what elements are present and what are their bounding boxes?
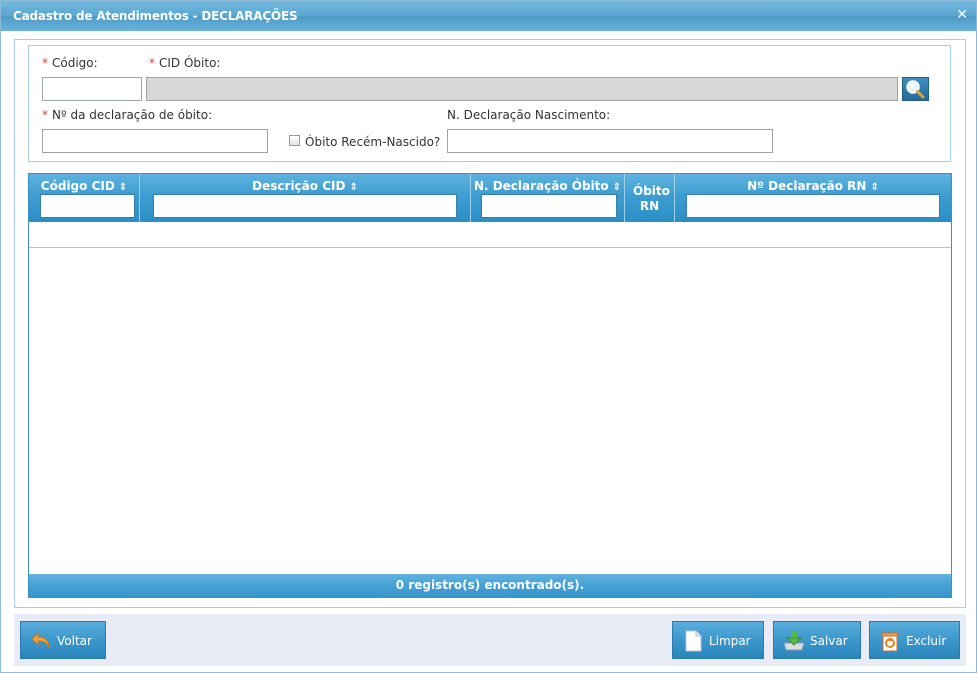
blank-page-icon bbox=[685, 630, 702, 652]
sort-icon[interactable]: ⇕ bbox=[119, 182, 127, 193]
column-num-declaracao-rn[interactable]: Nº Declaração RN ⇕ bbox=[675, 174, 951, 222]
num-declaracao-obito-input[interactable] bbox=[42, 129, 268, 153]
obito-recem-nascido-checkbox[interactable] bbox=[289, 135, 300, 146]
search-icon bbox=[906, 80, 925, 99]
recycle-bin-icon bbox=[881, 632, 899, 652]
column-label: Descrição CID bbox=[252, 179, 346, 193]
dialog-window: Cadastro de Atendimentos - DECLARAÇÕES ✕… bbox=[0, 0, 977, 673]
content-panel: * Código: * CID Óbito: * Nº da declaração d… bbox=[14, 39, 966, 608]
column-header[interactable]: Nº Declaração RN ⇕ bbox=[675, 179, 951, 193]
required-mark: * bbox=[149, 56, 155, 70]
excluir-button[interactable]: Excluir bbox=[869, 621, 960, 659]
n-declaracao-nascimento-input[interactable] bbox=[447, 129, 773, 153]
filter-n-declaracao-obito[interactable] bbox=[481, 194, 617, 218]
column-label: N. Declaração Óbito bbox=[473, 179, 609, 193]
save-download-icon bbox=[783, 631, 805, 651]
codigo-label-text: Código: bbox=[52, 56, 98, 70]
search-button[interactable] bbox=[902, 77, 929, 101]
column-label: Código CID bbox=[40, 179, 115, 193]
required-mark: * bbox=[42, 56, 48, 70]
column-header[interactable]: Código CID ⇕ bbox=[29, 179, 139, 193]
n-declaracao-nascimento-label: N. Declaração Nascimento: bbox=[447, 108, 611, 122]
button-bar: Voltar Limpar Salvar Excluir bbox=[14, 614, 966, 666]
grid-header: Código CID ⇕ Descrição CID ⇕ N. Declaração… bbox=[29, 174, 951, 222]
filter-descricao-cid[interactable] bbox=[153, 194, 457, 218]
filter-codigo-cid[interactable] bbox=[40, 194, 135, 218]
voltar-label: Voltar bbox=[57, 634, 92, 648]
back-arrow-icon bbox=[31, 631, 50, 649]
column-codigo-cid[interactable]: Código CID ⇕ bbox=[29, 174, 140, 222]
limpar-button[interactable]: Limpar bbox=[672, 621, 764, 659]
column-header[interactable]: N. Declaração Óbito ⇕ bbox=[471, 179, 624, 193]
title-bar[interactable]: Cadastro de Atendimentos - DECLARAÇÕES ✕ bbox=[1, 1, 976, 31]
cid-obito-label-text: CID Óbito: bbox=[159, 56, 221, 70]
table-row bbox=[29, 223, 951, 248]
obito-recem-nascido-label: Óbito Recém-Nascido? bbox=[305, 135, 441, 149]
num-declaracao-obito-label: * Nº da declaração de óbito: bbox=[42, 108, 212, 122]
sort-icon[interactable]: ⇕ bbox=[613, 182, 621, 193]
cid-obito-input bbox=[146, 77, 898, 101]
excluir-label: Excluir bbox=[906, 634, 947, 648]
form-panel: * Código: * CID Óbito: * Nº da declaração d… bbox=[28, 45, 951, 162]
limpar-label: Limpar bbox=[709, 634, 751, 648]
codigo-input[interactable] bbox=[42, 77, 142, 101]
salvar-button[interactable]: Salvar bbox=[773, 621, 861, 659]
grid-footer: 0 registro(s) encontrado(s). bbox=[29, 574, 951, 597]
codigo-label: * Código: bbox=[42, 56, 98, 70]
salvar-label: Salvar bbox=[810, 634, 848, 648]
sort-icon[interactable]: ⇕ bbox=[349, 182, 357, 193]
column-n-declaracao-obito[interactable]: N. Declaração Óbito ⇕ bbox=[471, 174, 625, 222]
column-label: Nº Declaração RN bbox=[747, 179, 867, 193]
column-header[interactable]: Descrição CID ⇕ bbox=[140, 179, 470, 193]
sort-icon[interactable]: ⇕ bbox=[870, 182, 878, 193]
close-icon[interactable]: ✕ bbox=[956, 7, 968, 23]
num-declaracao-obito-label-text: Nº da declaração de óbito: bbox=[52, 108, 213, 122]
column-descricao-cid[interactable]: Descrição CID ⇕ bbox=[140, 174, 471, 222]
cid-obito-label: * CID Óbito: bbox=[149, 56, 220, 70]
declaracoes-grid: Código CID ⇕ Descrição CID ⇕ N. Declaração… bbox=[28, 173, 952, 598]
window-title: Cadastro de Atendimentos - DECLARAÇÕES bbox=[13, 9, 298, 23]
filter-num-declaracao-rn[interactable] bbox=[686, 194, 940, 218]
column-header[interactable]: Óbito RN bbox=[625, 184, 674, 214]
required-mark: * bbox=[42, 108, 48, 122]
voltar-button[interactable]: Voltar bbox=[20, 621, 106, 659]
column-obito-rn[interactable]: Óbito RN bbox=[625, 174, 675, 222]
